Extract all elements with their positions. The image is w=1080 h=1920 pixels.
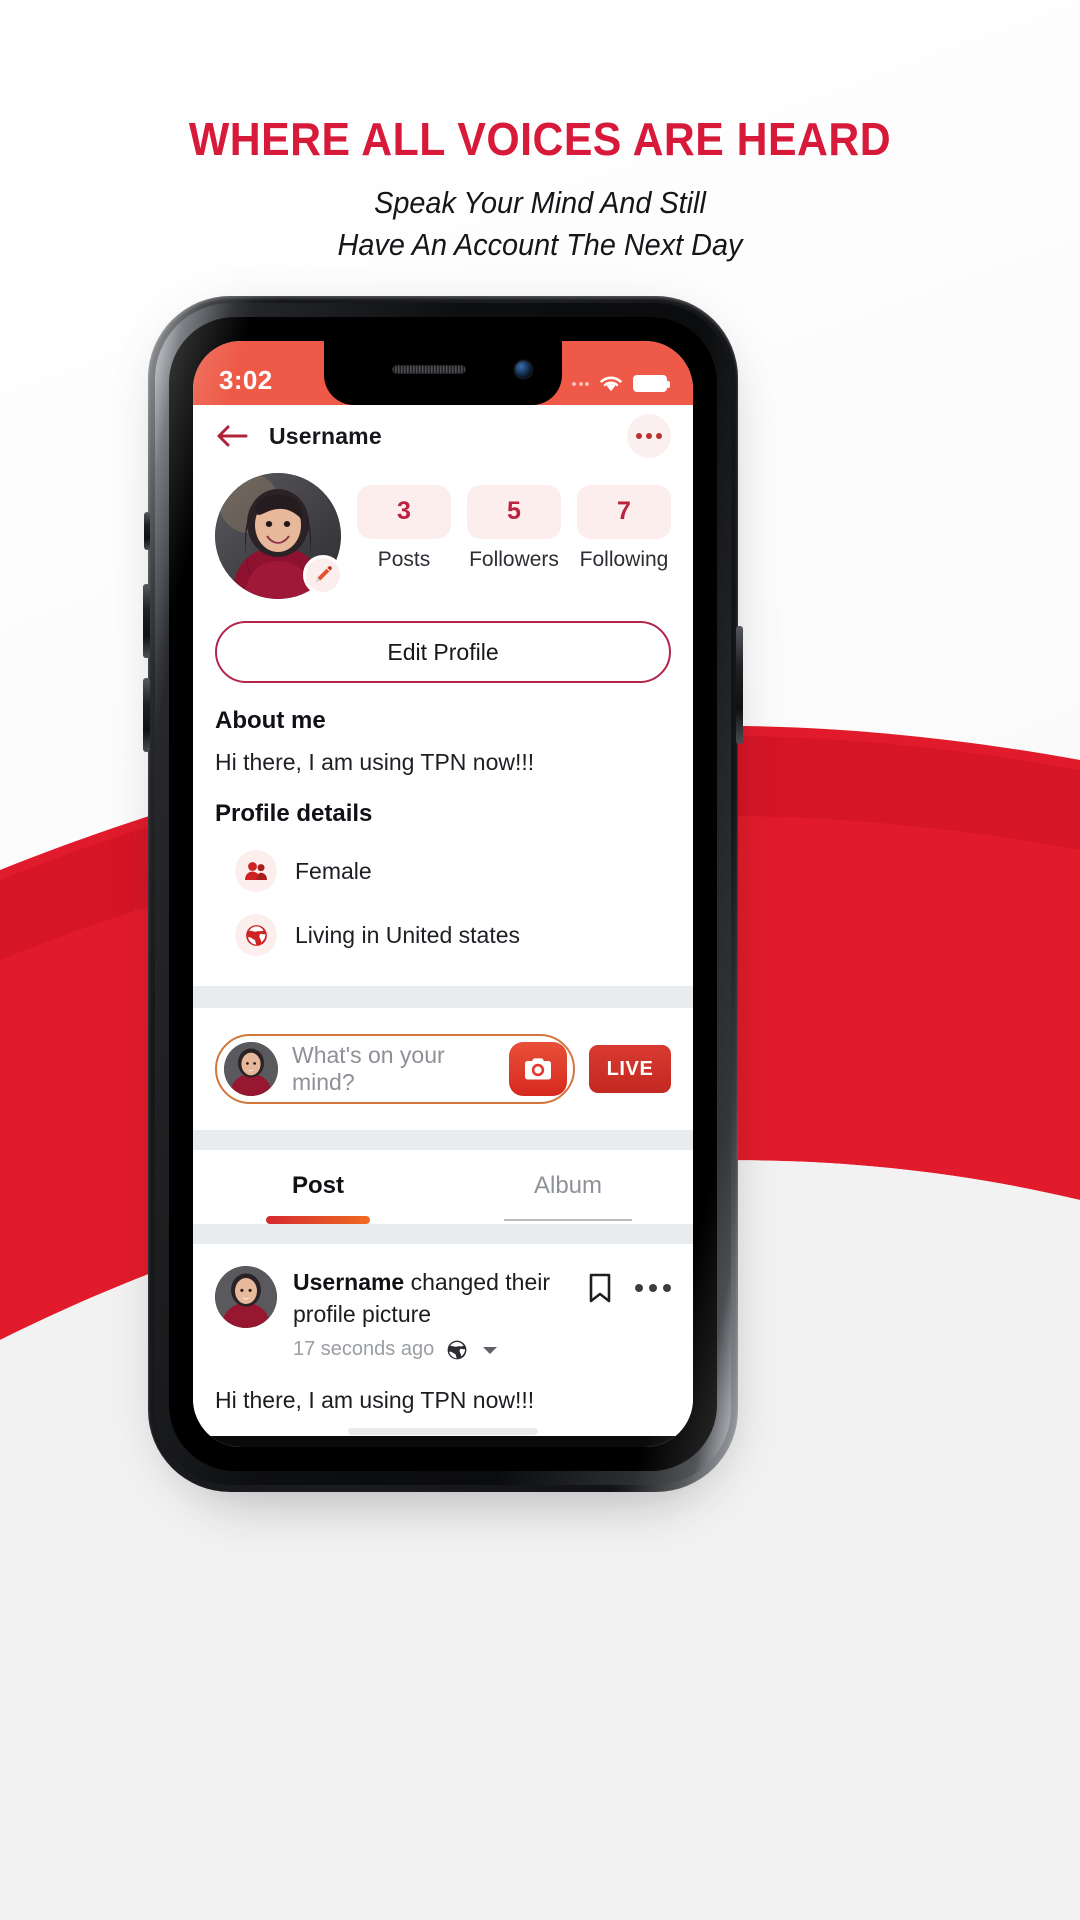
composer-avatar-image [224,1042,278,1096]
status-bar-icons [572,374,670,396]
profile-stats: 3 Posts 5 Followers 7 Following [357,473,671,572]
phone-notch [324,341,562,405]
subheadline-line-1: Speak Your Mind And Still [374,185,706,220]
profile-summary: 3 Posts 5 Followers 7 Following [193,467,693,599]
globe-icon[interactable] [446,1339,468,1361]
avatar[interactable] [215,473,343,599]
post-actions [587,1266,671,1304]
camera-icon [525,1058,551,1080]
tab-post[interactable]: Post [193,1172,443,1224]
composer-input-pill[interactable]: What's on your mind? [215,1034,575,1104]
front-camera-icon [515,361,532,378]
stat-following[interactable]: 7 Following [577,485,671,572]
people-glyph [245,862,267,880]
post-image-content [249,1436,637,1447]
about-text: Hi there, I am using TPN now!!! [215,749,535,775]
stat-following-label: Following [579,548,669,571]
about-heading: About me [215,707,326,734]
stat-followers[interactable]: 5 Followers [467,485,561,572]
stat-followers-label: Followers [469,548,559,571]
stat-posts[interactable]: 3 Posts [357,485,451,572]
subheadline-line-2: Have An Account The Next Day [337,227,743,263]
tab-post-indicator [266,1216,370,1224]
edit-avatar-button[interactable] [303,555,343,595]
people-icon [235,850,277,892]
post-more-button[interactable] [635,1284,671,1292]
composer-placeholder: What's on your mind? [292,1042,445,1095]
detail-row-location: Living in United states [215,914,671,956]
signal-dots-icon [572,381,589,386]
profile-tabs: Post Album [193,1150,693,1224]
profile-details-heading: Profile details [215,800,373,827]
post-image[interactable] [193,1436,693,1447]
detail-gender-text: Female [295,857,372,884]
back-arrow-icon[interactable] [215,423,249,449]
phone-mockup: 3:02 Username 3 Posts 5 Followers 7 Foll… [143,296,743,1502]
post-body-text: Hi there, I am using TPN now!!! [215,1387,535,1414]
globe-icon [235,914,277,956]
wifi-icon [600,376,622,392]
composer-avatar [224,1042,278,1096]
post-header: Username changed their profile picture 1… [215,1266,671,1361]
volume-down-button[interactable] [143,678,150,752]
pencil-icon [316,566,332,582]
post-timestamp: 17 seconds ago [293,1338,435,1361]
section-divider-2 [193,1130,693,1150]
header-more-button[interactable] [627,414,671,458]
post-activity-line: Username changed their profile picture [293,1266,571,1330]
edit-profile-button[interactable]: Edit Profile [215,621,671,683]
post-header-text: Username changed their profile picture 1… [293,1266,571,1361]
composer-camera-button[interactable] [509,1042,567,1096]
status-bar-clock: 3:02 [219,365,273,395]
chevron-down-icon[interactable] [480,1343,500,1357]
post-avatar[interactable] [215,1266,277,1328]
phone-frame: 3:02 Username 3 Posts 5 Followers 7 Foll… [143,296,743,1492]
post-composer: What's on your mind? LIVE [193,1008,693,1130]
globe-glyph [245,924,267,946]
detail-row-gender: Female [215,850,671,892]
marketing-subheadline: Speak Your Mind And Still Have An Accoun… [38,182,1042,267]
post-meta: 17 seconds ago [293,1338,571,1361]
mute-switch-button[interactable] [144,512,150,550]
phone-screen-bezel: 3:02 Username 3 Posts 5 Followers 7 Foll… [169,317,717,1471]
phone-screen: 3:02 Username 3 Posts 5 Followers 7 Foll… [193,341,693,1447]
battery-full-icon [633,375,670,392]
detail-location-text: Living in United states [295,921,521,948]
tab-album[interactable]: Album [443,1172,693,1224]
app-header: Username [193,405,693,467]
marketing-headline: WHERE ALL VOICES ARE HEARD [188,113,892,165]
post-avatar-image [215,1266,277,1328]
about-section: About me Hi there, I am using TPN now!!!… [193,707,693,956]
go-live-button[interactable]: LIVE [589,1045,671,1093]
home-indicator [348,1428,538,1435]
post-card: Username changed their profile picture 1… [193,1244,693,1415]
stat-followers-value: 5 [467,485,561,539]
stat-following-value: 7 [577,485,671,539]
post-author[interactable]: Username [293,1269,404,1295]
phone-frame-inner-rim: 3:02 Username 3 Posts 5 Followers 7 Foll… [155,303,731,1485]
section-divider-3 [193,1224,693,1244]
page-title: Username [269,422,382,449]
section-divider-1 [193,986,693,1008]
bookmark-icon[interactable] [587,1272,613,1304]
stat-posts-label: Posts [377,548,431,571]
volume-up-button[interactable] [143,584,150,658]
stat-posts-value: 3 [357,485,451,539]
tab-album-indicator [504,1219,632,1221]
tab-post-label: Post [291,1172,344,1199]
earpiece-speaker-icon [392,365,466,374]
power-button[interactable] [736,626,743,744]
tab-album-label: Album [533,1172,603,1199]
